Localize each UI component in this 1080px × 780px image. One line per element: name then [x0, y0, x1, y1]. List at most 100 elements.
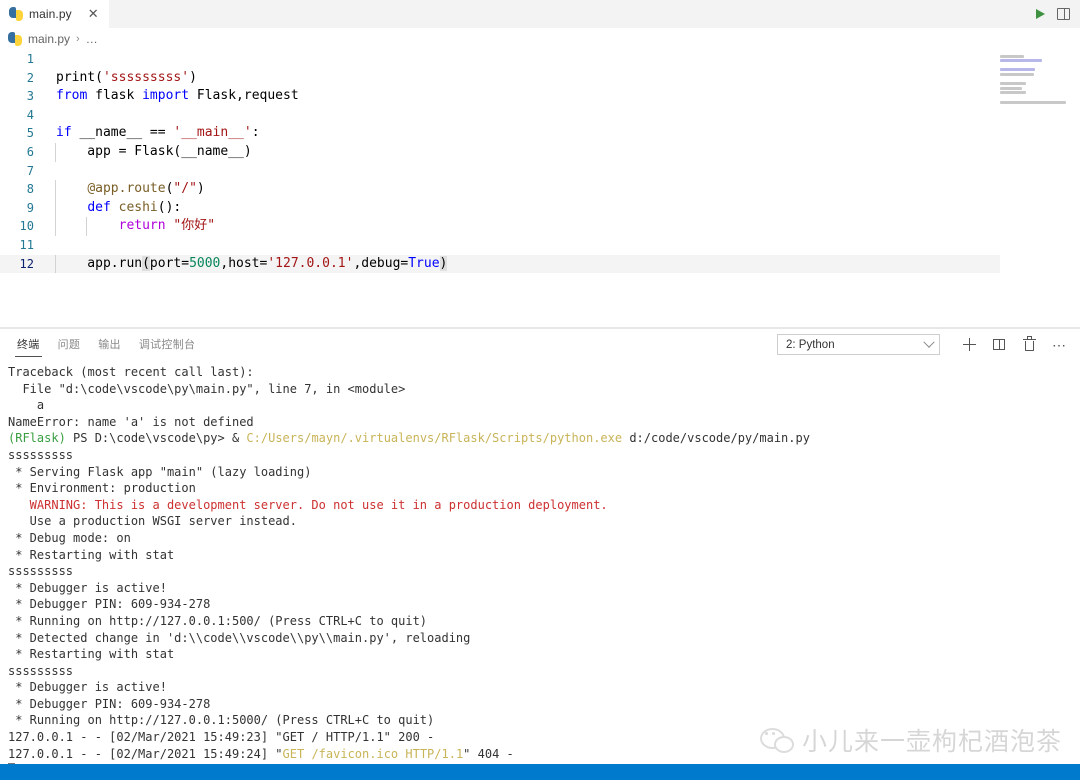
terminal-line: * Environment: production — [8, 480, 1080, 497]
panel-tab-1[interactable]: 问题 — [49, 329, 90, 360]
code-line[interactable]: 8 @app.route("/") — [0, 180, 1000, 199]
breadcrumb-file[interactable]: main.py — [28, 32, 70, 46]
terminal-text: sssssssss — [8, 447, 74, 462]
line-number: 5 — [26, 126, 34, 141]
minimap-line — [1000, 82, 1026, 86]
code-token: ( — [142, 255, 150, 271]
minimap-line — [1000, 100, 1066, 104]
minimap-line — [1000, 96, 1068, 99]
code-lines[interactable]: 1 2 print('sssssssss') 3 from flask import F… — [0, 50, 1000, 274]
code-token: ) — [196, 181, 205, 197]
code-text[interactable]: return "你好" — [34, 217, 1000, 236]
code-token: Flask,request — [189, 88, 299, 104]
code-text[interactable]: app.run(port=5000,host='127.0.0.1',debug… — [34, 254, 1000, 274]
minimap-line — [1000, 59, 1042, 63]
code-token: app.run — [56, 255, 143, 271]
panel-tab-2[interactable]: 输出 — [89, 329, 130, 360]
terminal-line: (RFlask) PS D:\code\vscode\py> & C:/User… — [8, 430, 1080, 447]
terminal-text: (RFlask) — [8, 431, 66, 446]
editor-minimap[interactable] — [1000, 50, 1068, 328]
code-token: if — [56, 125, 72, 141]
kill-terminal-button[interactable] — [1014, 332, 1044, 358]
code-token: app = Flask(__name__) — [56, 143, 252, 159]
code-line[interactable]: 2 print('sssssssss') — [0, 69, 1000, 88]
code-text[interactable]: app = Flask(__name__) — [34, 142, 1000, 162]
code-line[interactable]: 4 — [0, 106, 1000, 125]
panel-tab-3[interactable]: 调试控制台 — [130, 329, 205, 360]
editor-toolbar — [1036, 0, 1080, 28]
plus-icon — [962, 338, 976, 351]
terminal-text: 127.0.0.1 - - [02/Mar/2021 15:49:24] " — [8, 746, 283, 761]
terminal-text: WARNING: This is a development server. D… — [8, 497, 608, 512]
run-python-file-icon[interactable] — [1036, 9, 1045, 19]
split-terminal-button[interactable] — [984, 332, 1014, 358]
code-line[interactable]: 3 from flask import Flask,request — [0, 87, 1000, 106]
terminal-text: * Debug mode: on — [8, 530, 131, 545]
breadcrumb-ellipsis[interactable]: … — [86, 32, 98, 46]
code-token: 'sssssssss' — [102, 69, 190, 85]
minimap-line — [1000, 72, 1034, 76]
panel-tab-0[interactable]: 终端 — [8, 329, 49, 360]
status-bar — [0, 764, 1080, 780]
code-line[interactable]: 12 app.run(port=5000,host='127.0.0.1',de… — [0, 254, 1000, 274]
more-actions-button[interactable]: ⋯ — [1044, 332, 1074, 358]
close-icon[interactable]: ✕ — [88, 8, 99, 21]
terminal-line: * Restarting with stat — [8, 547, 1080, 564]
code-token: ) — [439, 255, 448, 271]
code-text[interactable]: if __name__ == '__main__': — [34, 124, 1000, 143]
panel-header: 终端 问题 输出 调试控制台 2: Python ⋯ — [0, 329, 1080, 360]
indent-guide — [86, 217, 87, 236]
breadcrumb: main.py › … — [0, 28, 1080, 50]
code-token: from — [56, 88, 88, 104]
code-editor[interactable]: 1 2 print('sssssssss') 3 from flask import F… — [0, 50, 1080, 328]
terminal-text: sssssssss — [8, 663, 74, 678]
terminal-line: sssssssss — [8, 447, 1080, 464]
code-line[interactable]: 11 — [0, 236, 1000, 255]
terminal-line: Traceback (most recent call last): — [8, 364, 1080, 381]
terminal-line: File "d:\code\vscode\py\main.py", line 7… — [8, 381, 1080, 398]
line-number: 7 — [26, 163, 34, 178]
code-token: flask — [87, 88, 143, 104]
terminal-output[interactable]: Traceback (most recent call last): File … — [0, 360, 1080, 780]
terminal-text: Traceback (most recent call last): — [8, 365, 254, 379]
chevron-right-icon: › — [76, 33, 80, 45]
panel-actions: 2: Python ⋯ — [777, 332, 1080, 358]
terminal-text: " 404 - — [463, 746, 514, 761]
code-line[interactable]: 1 — [0, 50, 1000, 69]
line-number: 4 — [26, 107, 34, 122]
terminal-line: * Serving Flask app "main" (lazy loading… — [8, 464, 1080, 481]
code-text[interactable]: from flask import Flask,request — [34, 87, 1000, 106]
indent-guide — [55, 198, 56, 218]
bottom-panel: 终端 问题 输出 调试控制台 2: Python ⋯ Traceback (mo… — [0, 328, 1080, 780]
line-number: 3 — [26, 89, 34, 104]
terminal-line: * Debug mode: on — [8, 530, 1080, 547]
indent-guide — [55, 217, 56, 236]
terminal-text: sssssssss — [8, 564, 74, 579]
code-text[interactable]: print('sssssssss') — [34, 69, 1000, 88]
code-token: print( — [56, 69, 103, 85]
terminal-text: * Detected change in 'd:\\code\\vscode\\… — [8, 630, 471, 645]
code-line[interactable]: 9 def ceshi(): — [0, 198, 1000, 218]
terminal-text: * Debugger is active! — [8, 680, 167, 695]
line-number: 11 — [19, 237, 34, 252]
code-text[interactable]: def ceshi(): — [34, 198, 1000, 218]
code-line[interactable]: 10 return "你好" — [0, 217, 1000, 236]
terminal-line: 127.0.0.1 - - [02/Mar/2021 15:49:23] "GE… — [8, 729, 1080, 746]
indent-guide — [55, 142, 56, 162]
code-text[interactable]: @app.route("/") — [34, 180, 1000, 199]
editor-tab-main-py[interactable]: main.py ✕ — [0, 0, 110, 28]
code-line[interactable]: 7 — [0, 162, 1000, 181]
split-icon — [993, 339, 1005, 350]
editor-tab-bar: main.py ✕ — [0, 0, 1080, 28]
code-token: def — [87, 199, 111, 215]
new-terminal-button[interactable] — [954, 332, 984, 358]
minimap-line — [1000, 91, 1026, 95]
terminal-selector-value: 2: Python — [786, 338, 835, 351]
code-line[interactable]: 5 if __name__ == '__main__': — [0, 124, 1000, 143]
split-editor-icon[interactable] — [1057, 8, 1070, 20]
terminal-line: * Debugger PIN: 609-934-278 — [8, 696, 1080, 713]
indent-guide — [55, 180, 56, 199]
code-token: import — [142, 88, 190, 104]
terminal-selector[interactable]: 2: Python — [777, 334, 940, 355]
code-line[interactable]: 6 app = Flask(__name__) — [0, 142, 1000, 162]
